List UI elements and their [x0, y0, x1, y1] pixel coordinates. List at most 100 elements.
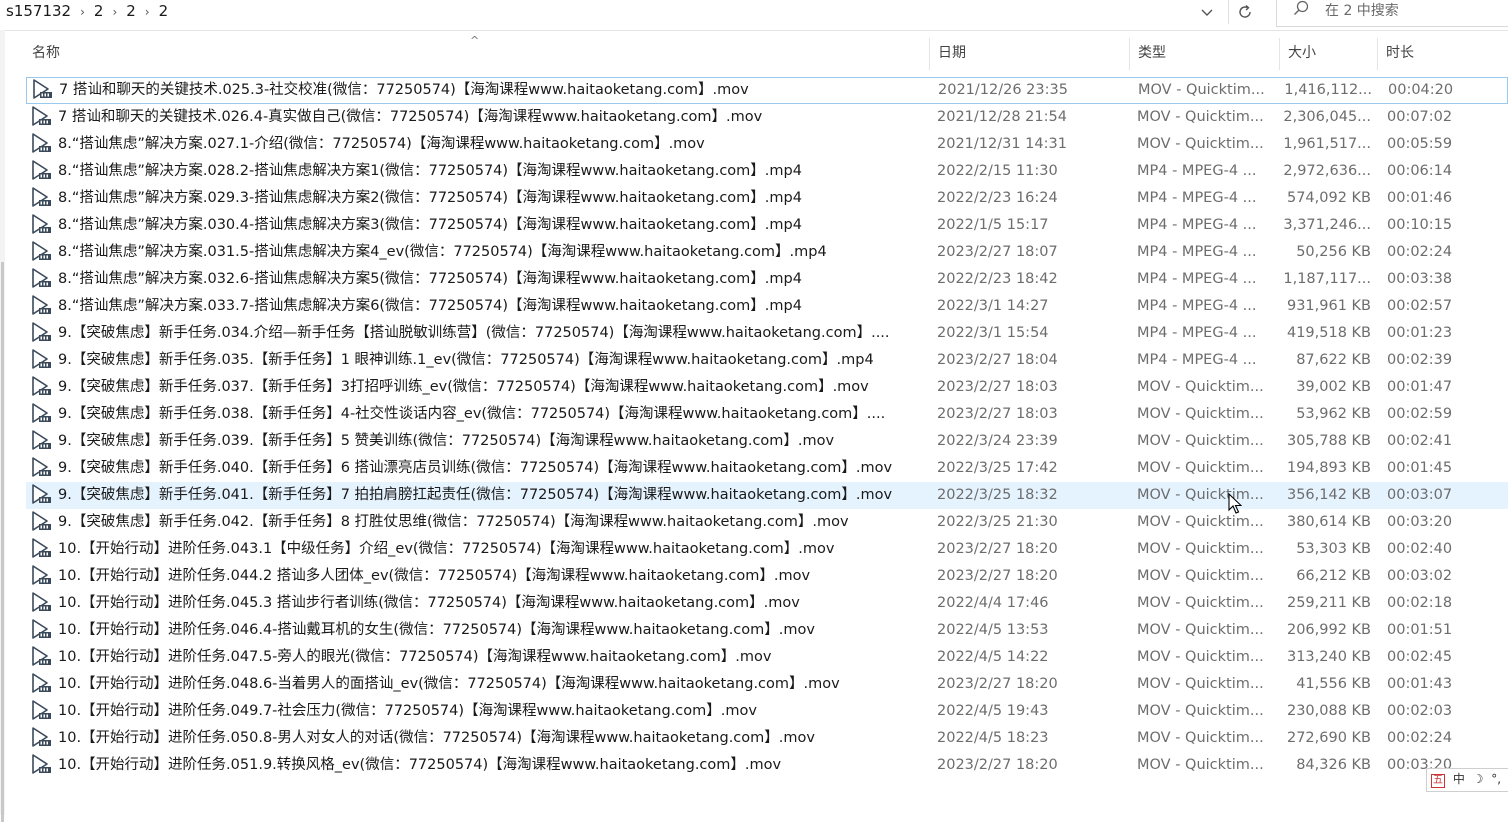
file-duration: 00:02:57	[1387, 298, 1453, 314]
file-size: 41,556 KB	[1296, 676, 1371, 692]
ime-logo-icon[interactable]: 五	[1431, 774, 1445, 788]
file-row[interactable]: 8.“搭讪焦虑”解决方案.027.1-介绍(微信：77250574)【海淘课程w…	[26, 131, 1508, 158]
file-row[interactable]: 10.【开始行动】进阶任务.050.8-男人对女人的对话(微信：77250574…	[26, 725, 1508, 752]
file-row[interactable]: 8.“搭讪焦虑”解决方案.028.2-搭讪焦虑解决方案1(微信：77250574…	[26, 158, 1508, 185]
file-name[interactable]: 8.“搭讪焦虑”解决方案.033.7-搭讪焦虑解决方案6(微信：77250574…	[58, 293, 920, 320]
video-file-icon	[30, 509, 52, 536]
address-bar[interactable]: s157132 › 2 › 2 › 2	[0, 0, 1508, 31]
file-row[interactable]: 10.【开始行动】进阶任务.043.1【中级任务】介绍_ev(微信：772505…	[26, 536, 1508, 563]
file-row[interactable]: 9.【突破焦虑】新手任务.038.【新手任务】4-社交性谈话内容_ev(微信：7…	[26, 401, 1508, 428]
file-date: 2022/4/5 18:23	[937, 730, 1049, 746]
file-row[interactable]: 8.“搭讪焦虑”解决方案.029.3-搭讪焦虑解决方案2(微信：77250574…	[26, 185, 1508, 212]
file-size: 419,518 KB	[1286, 325, 1371, 341]
file-name[interactable]: 9.【突破焦虑】新手任务.035.【新手任务】1 眼神训练.1_ev(微信：77…	[58, 347, 920, 374]
file-row[interactable]: 10.【开始行动】进阶任务.049.7-社会压力(微信：77250574)【海淘…	[26, 698, 1508, 725]
file-name[interactable]: 9.【突破焦虑】新手任务.042.【新手任务】8 打胜仗思维(微信：772505…	[58, 509, 920, 536]
video-file-icon	[30, 671, 52, 698]
scrollbar-thumb[interactable]	[1, 262, 4, 822]
file-date: 2022/3/25 21:30	[937, 514, 1058, 530]
file-size: 931,961 KB	[1286, 298, 1371, 314]
file-row[interactable]: 9.【突破焦虑】新手任务.041.【新手任务】7 拍拍肩膀扛起责任(微信：772…	[26, 482, 1508, 509]
column-name[interactable]: 名称	[24, 38, 930, 70]
file-row[interactable]: 7 搭讪和聊天的关键技术.025.3-社交校准(微信：77250574)【海淘课…	[26, 77, 1508, 104]
file-type: MOV - Quicktim...	[1138, 82, 1265, 98]
file-date: 2022/2/23 18:42	[937, 271, 1058, 287]
file-row[interactable]: 10.【开始行动】进阶任务.051.9.转换风格_ev(微信：77250574)…	[26, 752, 1508, 779]
file-name[interactable]: 8.“搭讪焦虑”解决方案.027.1-介绍(微信：77250574)【海淘课程w…	[58, 131, 920, 158]
nav-pane-scrollbar[interactable]	[0, 30, 5, 822]
breadcrumb-item[interactable]: 2	[94, 0, 104, 22]
file-name[interactable]: 10.【开始行动】进阶任务.051.9.转换风格_ev(微信：77250574)…	[58, 752, 920, 779]
column-size[interactable]: 大小	[1280, 38, 1378, 70]
file-name[interactable]: 10.【开始行动】进阶任务.048.6-当着男人的面搭讪_ev(微信：77250…	[58, 671, 920, 698]
file-name[interactable]: 9.【突破焦虑】新手任务.037.【新手任务】3打招呼训练_ev(微信：7725…	[58, 374, 920, 401]
file-name[interactable]: 10.【开始行动】进阶任务.047.5-旁人的眼光(微信：77250574)【海…	[58, 644, 920, 671]
file-name[interactable]: 10.【开始行动】进阶任务.049.7-社会压力(微信：77250574)【海淘…	[58, 698, 920, 725]
video-file-icon	[30, 347, 52, 374]
file-row[interactable]: 9.【突破焦虑】新手任务.034.介绍—新手任务【搭讪脱敏训练营】(微信：772…	[26, 320, 1508, 347]
ime-mode-label[interactable]: 中	[1453, 769, 1465, 789]
file-date: 2023/2/27 18:03	[937, 406, 1058, 422]
file-row[interactable]: 9.【突破焦虑】新手任务.035.【新手任务】1 眼神训练.1_ev(微信：77…	[26, 347, 1508, 374]
file-row[interactable]: 7 搭讪和聊天的关键技术.026.4-真实做自己(微信：77250574)【海淘…	[26, 104, 1508, 131]
moon-icon[interactable]: ☽	[1473, 769, 1484, 789]
file-name[interactable]: 8.“搭讪焦虑”解决方案.029.3-搭讪焦虑解决方案2(微信：77250574…	[58, 185, 920, 212]
file-name[interactable]: 10.【开始行动】进阶任务.043.1【中级任务】介绍_ev(微信：772505…	[58, 536, 920, 563]
breadcrumb-item[interactable]: 2	[126, 0, 136, 22]
file-name[interactable]: 9.【突破焦虑】新手任务.040.【新手任务】6 搭讪漂亮店员训练(微信：772…	[58, 455, 920, 482]
file-row[interactable]: 9.【突破焦虑】新手任务.037.【新手任务】3打招呼训练_ev(微信：7725…	[26, 374, 1508, 401]
file-name[interactable]: 8.“搭讪焦虑”解决方案.031.5-搭讪焦虑解决方案4_ev(微信：77250…	[58, 239, 920, 266]
file-size: 39,002 KB	[1296, 379, 1371, 395]
file-row[interactable]: 10.【开始行动】进阶任务.048.6-当着男人的面搭讪_ev(微信：77250…	[26, 671, 1508, 698]
file-row[interactable]: 8.“搭讪焦虑”解决方案.030.4-搭讪焦虑解决方案3(微信：77250574…	[26, 212, 1508, 239]
file-duration: 00:02:41	[1387, 433, 1453, 449]
file-row[interactable]: 8.“搭讪焦虑”解决方案.031.5-搭讪焦虑解决方案4_ev(微信：77250…	[26, 239, 1508, 266]
file-size: 2,306,045...	[1283, 109, 1371, 125]
address-history-button[interactable]	[1194, 0, 1220, 24]
column-duration[interactable]: 时长	[1378, 38, 1508, 70]
file-name[interactable]: 8.“搭讪焦虑”解决方案.030.4-搭讪焦虑解决方案3(微信：77250574…	[58, 212, 920, 239]
file-row[interactable]: 10.【开始行动】进阶任务.045.3 搭讪步行者训练(微信：77250574)…	[26, 590, 1508, 617]
file-name[interactable]: 9.【突破焦虑】新手任务.039.【新手任务】5 赞美训练(微信：7725057…	[58, 428, 920, 455]
file-size: 206,992 KB	[1286, 622, 1371, 638]
file-row[interactable]: 9.【突破焦虑】新手任务.039.【新手任务】5 赞美训练(微信：7725057…	[26, 428, 1508, 455]
file-name[interactable]: 7 搭讪和聊天的关键技术.025.3-社交校准(微信：77250574)【海淘课…	[59, 78, 921, 103]
breadcrumb-item[interactable]: s157132	[6, 0, 71, 22]
file-name[interactable]: 10.【开始行动】进阶任务.045.3 搭讪步行者训练(微信：77250574)…	[58, 590, 920, 617]
file-duration: 00:04:20	[1388, 82, 1454, 98]
search-input[interactable]	[1325, 0, 1495, 22]
file-name[interactable]: 7 搭讪和聊天的关键技术.026.4-真实做自己(微信：77250574)【海淘…	[58, 104, 920, 131]
file-type: MOV - Quicktim...	[1137, 568, 1264, 584]
file-row[interactable]: 10.【开始行动】进阶任务.044.2 搭讪多人团体_ev(微信：7725057…	[26, 563, 1508, 590]
column-type[interactable]: 类型	[1130, 38, 1280, 70]
file-name[interactable]: 9.【突破焦虑】新手任务.038.【新手任务】4-社交性谈话内容_ev(微信：7…	[58, 401, 920, 428]
file-name[interactable]: 10.【开始行动】进阶任务.044.2 搭讪多人团体_ev(微信：7725057…	[58, 563, 920, 590]
file-name[interactable]: 10.【开始行动】进阶任务.050.8-男人对女人的对话(微信：77250574…	[58, 725, 920, 752]
file-name[interactable]: 8.“搭讪焦虑”解决方案.028.2-搭讪焦虑解决方案1(微信：77250574…	[58, 158, 920, 185]
file-name[interactable]: 9.【突破焦虑】新手任务.041.【新手任务】7 拍拍肩膀扛起责任(微信：772…	[58, 482, 920, 509]
search-box[interactable]	[1276, 0, 1508, 27]
file-size: 356,142 KB	[1286, 487, 1371, 503]
file-duration: 00:05:59	[1387, 136, 1453, 152]
breadcrumb-item[interactable]: 2	[159, 0, 169, 22]
refresh-button[interactable]	[1228, 0, 1261, 24]
video-file-icon	[30, 293, 52, 320]
column-date[interactable]: 日期	[930, 38, 1130, 70]
file-size: 574,092 KB	[1286, 190, 1371, 206]
file-row[interactable]: 10.【开始行动】进阶任务.047.5-旁人的眼光(微信：77250574)【海…	[26, 644, 1508, 671]
file-row[interactable]: 9.【突破焦虑】新手任务.040.【新手任务】6 搭讪漂亮店员训练(微信：772…	[26, 455, 1508, 482]
file-name[interactable]: 10.【开始行动】进阶任务.046.4-搭讪戴耳机的女生(微信：77250574…	[58, 617, 920, 644]
file-row[interactable]: 8.“搭讪焦虑”解决方案.033.7-搭讪焦虑解决方案6(微信：77250574…	[26, 293, 1508, 320]
file-name[interactable]: 8.“搭讪焦虑”解决方案.032.6-搭讪焦虑解决方案5(微信：77250574…	[58, 266, 920, 293]
file-row[interactable]: 10.【开始行动】进阶任务.046.4-搭讪戴耳机的女生(微信：77250574…	[26, 617, 1508, 644]
file-duration: 00:02:59	[1387, 406, 1453, 422]
chevron-right-icon: ›	[144, 5, 150, 19]
breadcrumb[interactable]: s157132 › 2 › 2 › 2	[6, 0, 168, 22]
punctuation-icon[interactable]: °,	[1491, 769, 1501, 789]
file-row[interactable]: 9.【突破焦虑】新手任务.042.【新手任务】8 打胜仗思维(微信：772505…	[26, 509, 1508, 536]
file-name[interactable]: 9.【突破焦虑】新手任务.034.介绍—新手任务【搭讪脱敏训练营】(微信：772…	[58, 320, 920, 347]
file-duration: 00:03:07	[1387, 487, 1453, 503]
ime-toolbar[interactable]: 五 中 ☽ °,	[1426, 768, 1508, 792]
file-type: MP4 - MPEG-4 ...	[1137, 298, 1257, 314]
file-row[interactable]: 8.“搭讪焦虑”解决方案.032.6-搭讪焦虑解决方案5(微信：77250574…	[26, 266, 1508, 293]
